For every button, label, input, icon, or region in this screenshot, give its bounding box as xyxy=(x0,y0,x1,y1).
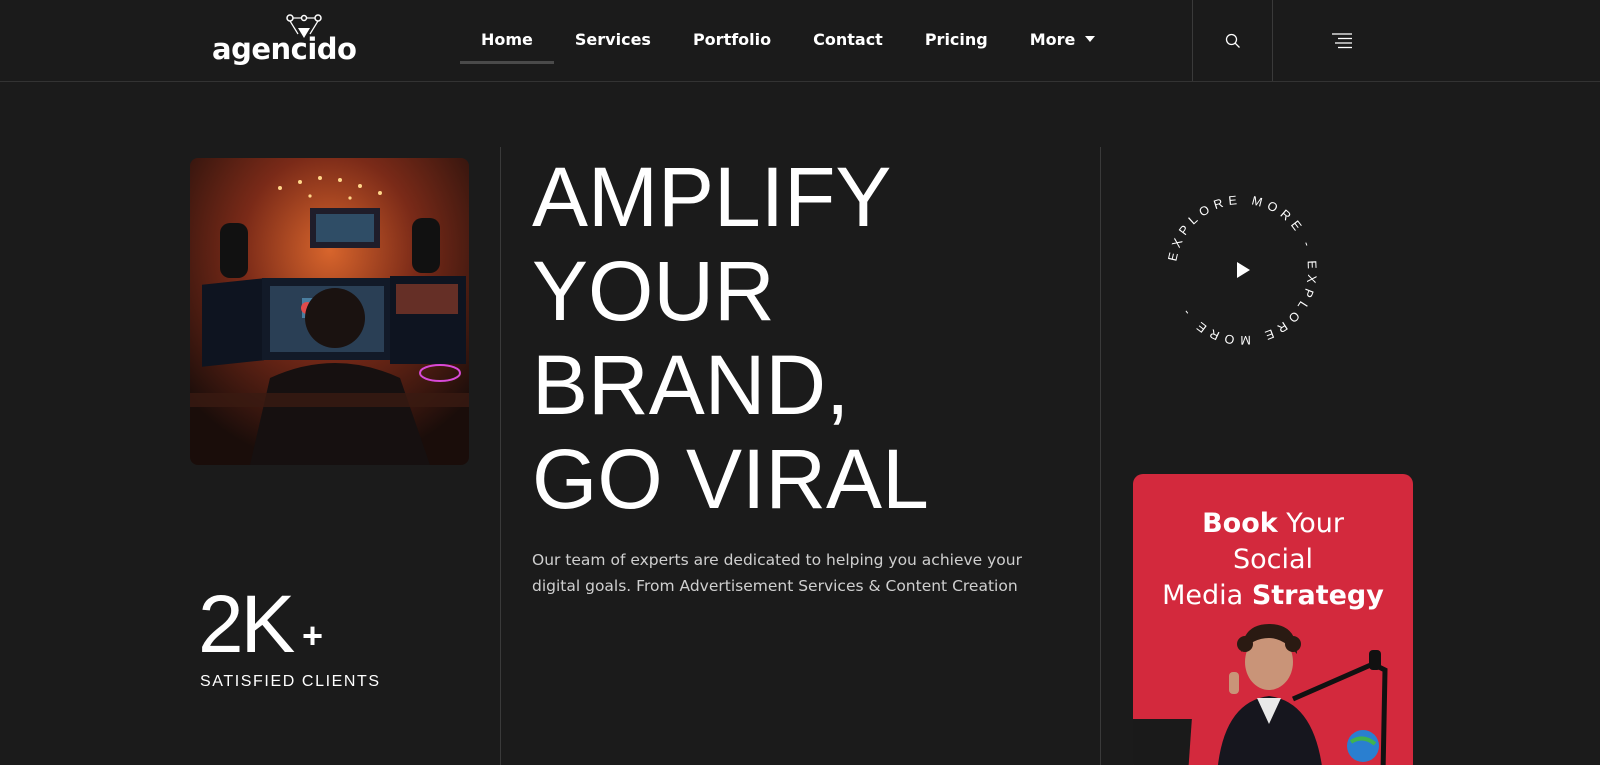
search-button[interactable] xyxy=(1192,0,1272,81)
stat-suffix: + xyxy=(302,615,324,656)
play-icon xyxy=(1237,262,1250,278)
nav-item-contact[interactable]: Contact xyxy=(792,0,904,82)
logo[interactable]: agencido xyxy=(212,14,357,64)
nav-item-portfolio[interactable]: Portfolio xyxy=(672,0,792,82)
main-nav: Home Services Portfolio Contact Pricing … xyxy=(460,0,1116,82)
nav-item-services[interactable]: Services xyxy=(554,0,672,82)
caret-down-icon xyxy=(1085,35,1096,42)
hero-headline: AMPLIFY YOUR BRAND, GO VIRAL xyxy=(532,150,1072,526)
site-header: agencido Home Services Portfolio Contact… xyxy=(0,0,1600,82)
headline-line: YOUR xyxy=(532,244,775,338)
stat-value: 2K xyxy=(198,579,295,670)
headline-line: BRAND, xyxy=(532,338,850,432)
hero-image-editing-setup xyxy=(190,158,469,465)
hamburger-menu-icon xyxy=(1331,32,1352,48)
explore-more-circle: EXPLORE MORE - EXPLORE MORE - xyxy=(1165,193,1314,347)
column-divider xyxy=(1100,147,1101,765)
nav-item-pricing[interactable]: Pricing xyxy=(904,0,1009,82)
nav-item-home[interactable]: Home xyxy=(460,0,554,82)
explore-more-badge[interactable]: EXPLORE MORE - EXPLORE MORE - xyxy=(1160,188,1324,352)
pen-tool-logo-icon xyxy=(286,14,322,38)
promo-card[interactable]: Book Your Social Media Strategy xyxy=(1133,474,1413,765)
stat-label: SATISFIED CLIENTS xyxy=(200,673,381,690)
nav-item-more[interactable]: More xyxy=(1009,0,1117,82)
search-icon xyxy=(1225,33,1240,48)
hero-description: Our team of experts are dedicated to hel… xyxy=(532,551,1022,595)
headline-line: AMPLIFY xyxy=(532,150,892,244)
headline-line: GO VIRAL xyxy=(532,432,929,526)
hero-image-graphic xyxy=(190,158,469,465)
column-divider xyxy=(500,147,501,765)
menu-button[interactable] xyxy=(1272,0,1410,81)
promo-person-image xyxy=(1133,624,1388,765)
